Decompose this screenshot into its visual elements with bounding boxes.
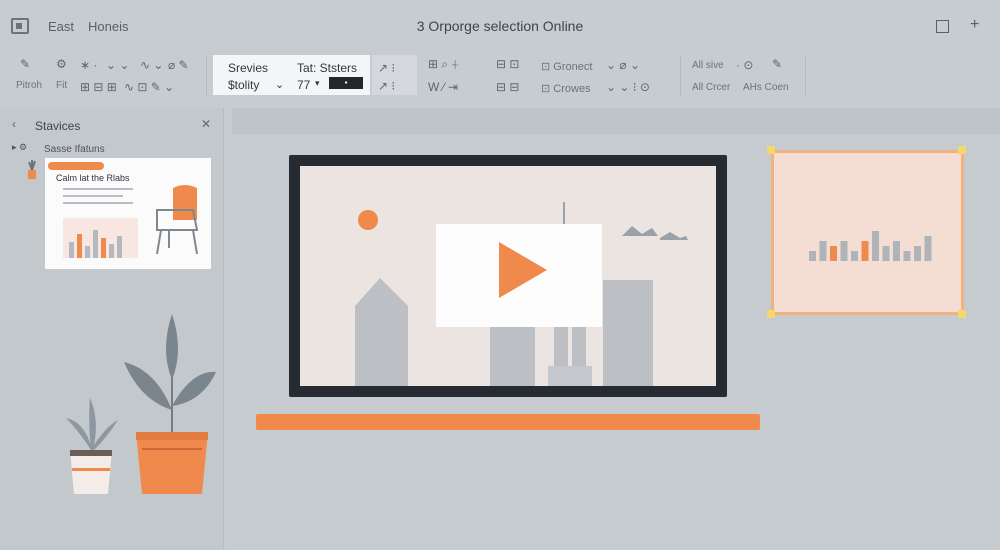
play-icon[interactable] [499,242,547,298]
box-icon: ⊡ [541,61,551,73]
close-icon[interactable]: ✕ [201,117,211,131]
window-title: 3 Orporge selection Online [416,18,584,34]
link-icon[interactable]: ∿ ⌄ [140,58,163,72]
arrow-icon[interactable]: ↗ ⁝ [378,61,395,75]
chart-frame[interactable] [771,150,964,315]
square-icon[interactable] [936,20,949,33]
font-style[interactable]: $tolity [228,78,259,92]
font-size[interactable]: 77 [297,78,310,92]
thumb-illustration [63,185,199,258]
bold-icon[interactable]: W ⁄ ⇥ [428,80,458,94]
chart-bar-9 [893,241,900,261]
list-icon[interactable]: ⊟ ⊟ [496,80,519,94]
chart-bar-4 [840,241,848,261]
pen-icon[interactable]: ✎ [772,57,782,71]
crowes-label: ⊡ Crowes [541,82,591,95]
chart-bar-10 [903,251,911,261]
chevron-down-icon[interactable]: ▾ [315,78,320,89]
slide-thumbnail[interactable]: Calm lat the Rlabs [45,158,211,269]
grid-icon[interactable]: ⊞ ⌕ ⏆ [428,57,459,71]
color-swatch[interactable]: ▪ [329,77,363,89]
chart-bar-11 [914,246,921,261]
font-name[interactable]: Srevies [228,61,268,75]
chart-bar-7 [872,231,879,261]
arrow-icon[interactable]: ↗ ⁝ [378,79,395,93]
chart-bar-3 [830,246,837,261]
chevron-down-icon[interactable]: ⌄ ⌄ [106,58,129,72]
ahs-coen-label[interactable]: AHs Coen [743,82,789,93]
laptop-illustration [289,155,727,397]
tool-icon-1[interactable]: ∗ · [80,58,97,72]
plants-illustration [66,314,216,494]
chevron-down-icon[interactable]: ⌄ [275,78,284,91]
pen-icon[interactable]: ⌀ ✎ [168,58,189,72]
chart-bar-6 [861,241,869,261]
bar-chart [809,231,932,261]
dot-icon[interactable]: · ⊙ [736,58,753,72]
arrow-panel: ↗ ⁝ ↗ ⁝ [372,55,417,95]
gronect-label: ⊡ Gronect [541,60,592,73]
laptop-base [256,414,760,430]
menu-item-east[interactable]: East [48,19,74,34]
all-crcer-label[interactable]: All Crcer [692,82,730,93]
canvas-ruler [232,108,1000,134]
chevron-left-icon[interactable]: ‹ [12,117,16,131]
menu-item-honeis[interactable]: Honeis [88,19,128,34]
tool-icon-3[interactable]: ∿ ⊡ ✎ ⌄ [124,80,174,94]
chart-bar-5 [851,251,858,261]
title-bar: East Honeis 3 Orporge selection Online + [0,0,1000,50]
resize-handle[interactable] [958,310,966,318]
brush-icon[interactable]: ✎ [20,57,30,71]
all-sive-label[interactable]: All sive [692,60,724,71]
tree-item[interactable]: Sasse Ifatuns [44,144,105,155]
resize-handle[interactable] [767,310,775,318]
chevron-down-icon[interactable]: ⌄ ⌀ ⌄ [606,58,640,72]
chart-bar-12 [924,236,932,261]
chart-bar-8 [882,246,890,261]
video-player[interactable] [436,224,602,327]
chevron-down-icon[interactable]: ⌄ ⌄ ⁝ ⊙ [606,80,650,94]
crowes-text: Crowes [553,83,591,95]
resize-handle[interactable] [767,146,775,154]
panel-title: Stavices [35,119,81,133]
chart-bar-2 [819,241,827,261]
box-icon: ⊡ [541,83,551,95]
style-name[interactable]: Tat: Ststers [297,61,357,75]
fit-label: Fit [56,80,68,91]
gear-icon[interactable]: ⚙ [56,57,67,71]
font-settings-box[interactable]: Srevies Tat: Ststers $tolity ⌄ 77 ▾ ▪ [213,55,370,95]
tree-toggle-icon[interactable]: ▸ ⚙ [12,142,27,153]
plant-icon [28,160,36,179]
pitroh-label: Pitroh [16,80,43,91]
chart-bar-1 [809,251,816,261]
plus-icon[interactable]: + [970,16,979,34]
laptop-screen [300,166,716,386]
app-logo-icon [11,18,29,34]
resize-handle[interactable] [958,146,966,154]
gronect-text: Gronect [553,61,593,73]
tool-icon-2[interactable]: ⊞ ⊟ ⊞ [80,80,117,94]
align-icon[interactable]: ⊟ ⊡ [496,57,519,71]
